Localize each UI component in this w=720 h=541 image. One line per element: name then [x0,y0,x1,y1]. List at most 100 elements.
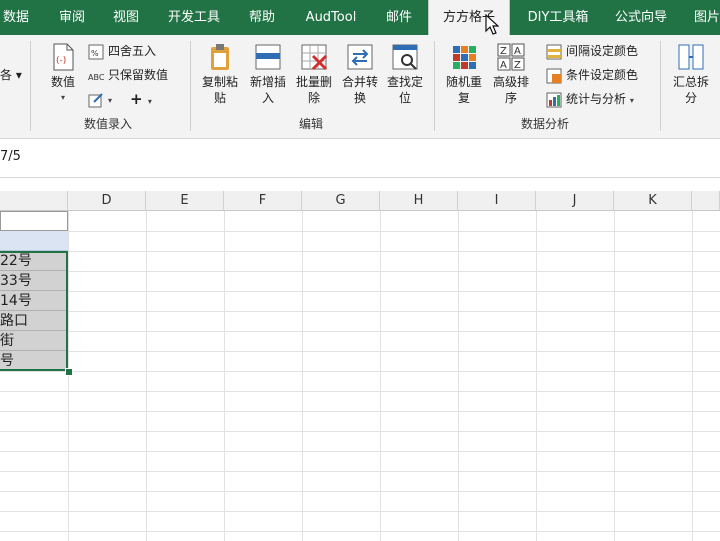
clipboard-icon [211,44,229,70]
delete-table-icon [301,44,328,71]
merge-icon [347,44,373,70]
tab-help[interactable]: 帮助 [242,0,282,35]
grid-line [0,431,720,432]
cell-c2[interactable] [0,211,68,231]
find-locate-button[interactable]: 查找定位 [382,40,428,106]
tab-formula-wizard[interactable]: 公式向导 [606,0,676,35]
value-icon: (-) [53,43,74,71]
keep-value-label: 只保留数值 [108,68,169,82]
copy-paste-label: 复制粘贴 [201,75,238,105]
numeric-group-label: 数值录入 [84,117,133,131]
value-button[interactable]: (-) 数值 ▾ [40,40,86,106]
svg-text:Z: Z [500,46,507,57]
plus-button[interactable]: + ▾ [130,89,152,109]
grid-line [0,371,720,372]
spreadsheet-grid[interactable]: D E F G H I J K 22号 33号 14号 路口 街 号 [0,177,720,541]
grid-line [0,411,720,412]
selection-range-border [0,251,68,371]
column-header-i[interactable]: I [458,191,536,211]
grid-line [0,311,720,312]
add-insert-button[interactable]: 新增插入 [245,40,291,106]
condition-color-button[interactable]: 条件设定颜色 [546,65,638,85]
summary-split-label: 汇总拆分 [672,75,709,105]
group-separator [190,41,191,131]
svg-text:%: % [91,49,99,58]
chevron-down-icon: ▾ [60,93,65,102]
grid-line [0,511,720,512]
advanced-sort-label: 高级排序 [492,75,529,105]
grid-line [0,271,720,272]
ribbon-tab-bar: 数据 审阅 视图 开发工具 帮助 AudTool 邮件 方方格子 DIY工具箱 … [0,0,720,35]
tab-image[interactable]: 图片 [687,0,720,35]
column-header-k[interactable]: K [614,191,692,211]
interval-color-button[interactable]: 间隔设定颜色 [546,41,638,61]
summary-split-button[interactable]: 汇总拆分 [668,40,714,106]
column-header-l[interactable] [692,191,720,211]
abc-icon: ABC [88,73,104,82]
plus-label: + [130,90,143,108]
grid-line [0,251,720,252]
edit-group-label: 编辑 [299,117,324,131]
grid-line [0,451,720,452]
partial-dropdown[interactable]: 各 ▾ [0,65,22,85]
grid-line [0,231,720,232]
condition-color-icon [546,68,562,83]
random-blocks-icon [453,46,476,69]
sort-az-icon: Z AA Z [497,43,525,71]
keep-value-button[interactable]: ABC 只保留数值 [88,65,168,85]
svg-text:A: A [514,46,521,57]
copy-paste-button[interactable]: 复制粘贴 [197,40,243,106]
tab-review[interactable]: 审阅 [52,0,92,35]
column-header-e[interactable]: E [146,191,224,211]
summary-split-icon [678,44,704,70]
svg-text:ABC: ABC [88,73,104,82]
edit-icon [88,92,103,107]
column-header-g[interactable]: G [302,191,380,211]
round-icon: % [88,44,104,59]
svg-text:A: A [500,60,507,71]
column-header-c[interactable] [0,191,68,211]
svg-text:Z: Z [514,60,521,71]
grid-line [0,491,720,492]
tab-diy-toolbox[interactable]: DIY工具箱 [516,0,600,35]
mouse-cursor-icon [485,14,499,35]
magnifier-icon [392,44,418,70]
tab-data[interactable]: 数据 [0,0,32,35]
find-locate-label: 查找定位 [386,75,423,105]
cell-c3[interactable] [0,231,68,251]
grid-line [0,351,720,352]
stats-analysis-label: 统计与分析 [566,92,627,106]
grid-line [0,291,720,292]
group-separator [434,41,435,131]
interval-color-label: 间隔设定颜色 [566,44,639,58]
column-header-j[interactable]: J [536,191,614,211]
value-button-label: 数值 [50,75,75,89]
column-header-d[interactable]: D [68,191,146,211]
merge-convert-label: 合并转换 [341,75,378,105]
column-header-h[interactable]: H [380,191,458,211]
tab-developer[interactable]: 开发工具 [158,0,230,35]
tab-view[interactable]: 视图 [106,0,146,35]
stats-analysis-button[interactable]: 统计与分析 ▾ [546,89,634,109]
advanced-sort-button[interactable]: ZAAZ 高级排序 [488,40,534,106]
tab-audtool[interactable]: AudTool [296,0,366,35]
formula-text: 7/5 [0,149,21,164]
random-repeat-label: 随机重复 [445,75,482,105]
grid-line [0,531,720,532]
interval-color-icon [546,44,562,59]
column-header-f[interactable]: F [224,191,302,211]
condition-color-label: 条件设定颜色 [566,68,639,82]
tab-mail[interactable]: 邮件 [379,0,419,35]
round-button[interactable]: % 四舍五入 [88,41,156,61]
batch-delete-button[interactable]: 批量删除 [291,40,337,106]
group-separator [660,41,661,131]
format-dropdown[interactable]: ▾ [88,89,112,109]
fill-handle[interactable] [65,368,73,376]
random-repeat-button[interactable]: 随机重复 [441,40,487,106]
round-label: 四舍五入 [108,44,157,58]
grid-line [0,471,720,472]
grid-line [0,391,720,392]
merge-convert-button[interactable]: 合并转换 [337,40,383,106]
formula-bar[interactable]: 7/5 [0,139,720,178]
analysis-group-label: 数据分析 [521,117,570,131]
